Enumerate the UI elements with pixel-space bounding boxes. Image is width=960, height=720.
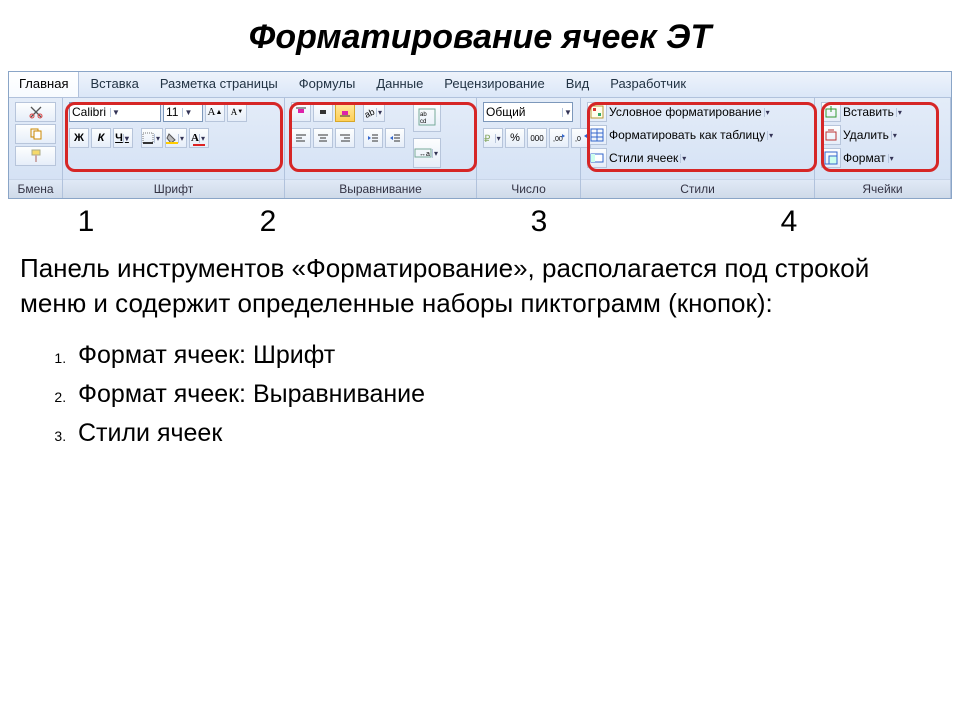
- bold-button[interactable]: Ж: [69, 128, 89, 148]
- font-name-combo[interactable]: Calibri▼: [69, 102, 161, 122]
- group-label-cells: Ячейки: [815, 179, 950, 198]
- svg-text:↔a: ↔a: [419, 151, 430, 158]
- label-2: 2: [172, 205, 364, 239]
- svg-text:ab: ab: [364, 107, 376, 118]
- increase-indent-button[interactable]: [385, 128, 405, 148]
- svg-text:ab: ab: [420, 112, 427, 118]
- fill-color-button[interactable]: ▾: [165, 128, 187, 148]
- merge-center-button[interactable]: ↔a▾: [413, 138, 441, 168]
- cut-button[interactable]: [15, 102, 56, 122]
- group-styles: Условное форматирование ▾ Форматировать …: [581, 98, 815, 198]
- italic-button[interactable]: К: [91, 128, 111, 148]
- borders-button[interactable]: ▾: [141, 128, 163, 148]
- tab-developer[interactable]: Разработчик: [599, 72, 696, 97]
- tab-insert[interactable]: Вставка: [79, 72, 148, 97]
- delete-cells-button[interactable]: Удалить ▾: [821, 125, 944, 145]
- increase-decimal-button[interactable]: ,00: [549, 128, 569, 148]
- percent-button[interactable]: %: [505, 128, 525, 148]
- svg-text:,00: ,00: [553, 136, 563, 143]
- label-4: 4: [714, 205, 864, 239]
- wrap-text-button[interactable]: abcd: [413, 102, 441, 132]
- conditional-formatting-button[interactable]: Условное форматирование ▾: [587, 102, 808, 122]
- cell-styles-button[interactable]: Стили ячеек ▾: [587, 148, 808, 168]
- cell-styles-icon: [587, 148, 607, 168]
- tab-page-layout[interactable]: Разметка страницы: [149, 72, 288, 97]
- cond-format-icon: [587, 102, 607, 122]
- decrease-font-button[interactable]: A▼: [227, 102, 247, 122]
- font-size-combo[interactable]: 11▼: [163, 102, 203, 122]
- list-item: Формат ячеек: Шрифт: [70, 331, 960, 370]
- page-title: Форматирование ячеек ЭТ: [0, 0, 960, 71]
- table-format-icon: [587, 125, 607, 145]
- increase-font-button[interactable]: A▲: [205, 102, 225, 122]
- group-label-styles: Стили: [581, 179, 814, 198]
- number-format-combo[interactable]: Общий▼: [483, 102, 573, 122]
- list-item: Формат ячеек: Выравнивание: [70, 370, 960, 409]
- orientation-button[interactable]: ab▾: [363, 102, 385, 122]
- align-middle-button[interactable]: [313, 102, 333, 122]
- group-cells: Вставить ▾ Удалить ▾ Формат ▾ Ячейки: [815, 98, 951, 198]
- delete-icon: [821, 125, 841, 145]
- font-color-button[interactable]: A▾: [189, 128, 209, 148]
- ribbon-tabs: Главная Вставка Разметка страницы Формул…: [9, 72, 951, 98]
- tab-formulas[interactable]: Формулы: [288, 72, 366, 97]
- format-cells-button[interactable]: Формат ▾: [821, 148, 944, 168]
- tab-home[interactable]: Главная: [9, 72, 79, 97]
- insert-cells-button[interactable]: Вставить ▾: [821, 102, 944, 122]
- format-icon: [821, 148, 841, 168]
- group-clipboard: Бмена: [9, 98, 63, 198]
- group-font: Calibri▼ 11▼ A▲ A▼ Ж К Ч▾ ▾ ▾ A▾ Шрифт: [63, 98, 285, 198]
- align-top-button[interactable]: [291, 102, 311, 122]
- decrease-indent-button[interactable]: [363, 128, 383, 148]
- tab-view[interactable]: Вид: [555, 72, 600, 97]
- format-as-table-button[interactable]: Форматировать как таблицу ▾: [587, 125, 808, 145]
- underline-button[interactable]: Ч▾: [113, 128, 133, 148]
- ribbon-screenshot: Главная Вставка Разметка страницы Формул…: [8, 71, 952, 199]
- items-list: Формат ячеек: Шрифт Формат ячеек: Выравн…: [0, 321, 960, 448]
- label-3: 3: [364, 205, 714, 239]
- svg-text:cd: cd: [420, 119, 426, 125]
- number-labels-row: 1 2 3 4: [0, 199, 960, 245]
- insert-icon: [821, 102, 841, 122]
- align-bottom-button[interactable]: [335, 102, 355, 122]
- body-paragraph: Панель инструментов «Форматирование», ра…: [0, 245, 960, 321]
- group-number: Общий▼ ₽▾ % 000 ,00 ,0 Число: [477, 98, 581, 198]
- comma-button[interactable]: 000: [527, 128, 547, 148]
- align-center-button[interactable]: [313, 128, 333, 148]
- list-item: Стили ячеек: [70, 409, 960, 448]
- group-label-number: Число: [477, 179, 580, 198]
- group-label-font: Шрифт: [63, 179, 284, 198]
- tab-data[interactable]: Данные: [365, 72, 433, 97]
- accounting-format-button[interactable]: ₽▾: [483, 128, 503, 148]
- align-right-button[interactable]: [335, 128, 355, 148]
- group-label-alignment: Выравнивание: [285, 179, 476, 198]
- svg-text:₽: ₽: [484, 134, 491, 144]
- group-alignment: ab▾ abcd ↔a▾ Выравнивание: [285, 98, 477, 198]
- copy-button[interactable]: [15, 124, 56, 144]
- tab-review[interactable]: Рецензирование: [433, 72, 554, 97]
- label-1: 1: [0, 205, 172, 239]
- group-label-clipboard: Бмена: [9, 179, 62, 198]
- format-painter-button[interactable]: [15, 146, 56, 166]
- align-left-button[interactable]: [291, 128, 311, 148]
